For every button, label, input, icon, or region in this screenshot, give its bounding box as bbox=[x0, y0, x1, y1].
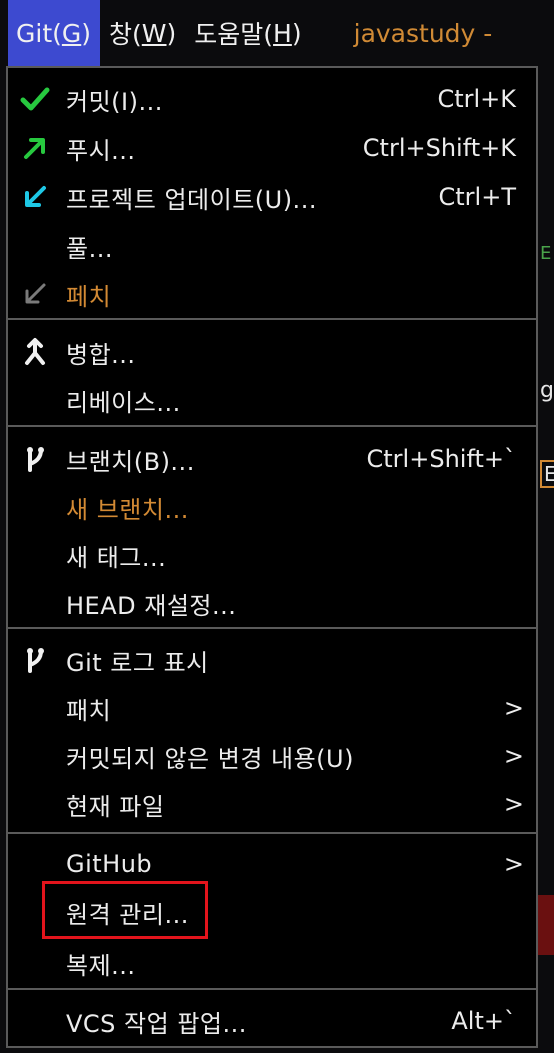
branch-icon bbox=[18, 442, 52, 476]
new-branch-label: 새 브랜치... bbox=[66, 495, 189, 524]
merge-label: 병합... bbox=[66, 340, 136, 369]
new-tag-label: 새 태그... bbox=[66, 543, 167, 572]
menu-window-mnemonic: W bbox=[141, 18, 167, 48]
update-label: 프로젝트 업데이트(U)... bbox=[66, 185, 317, 214]
project-name: javastudy - bbox=[353, 18, 493, 48]
current-file-label: 현재 파일 bbox=[66, 792, 165, 821]
menu-item-patch[interactable]: 패치 > bbox=[8, 685, 536, 731]
menu-git-mnemonic: G bbox=[61, 18, 82, 48]
chevron-right-icon: > bbox=[503, 850, 524, 878]
menu-item-rebase[interactable]: 리베이스... bbox=[8, 377, 536, 423]
rebase-label: 리베이스... bbox=[66, 388, 181, 417]
branches-shortcut: Ctrl+Shift+` bbox=[366, 445, 516, 473]
merge-icon bbox=[18, 335, 52, 369]
menu-window-suffix: ) bbox=[166, 18, 177, 48]
menu-git[interactable]: Git(G) bbox=[8, 0, 101, 66]
separator-5 bbox=[8, 988, 536, 990]
bg-glimpse-2: g bbox=[540, 378, 554, 403]
menu-help-prefix: 도움말( bbox=[194, 20, 274, 49]
update-arrow-icon bbox=[18, 180, 52, 214]
push-shortcut: Ctrl+Shift+K bbox=[362, 134, 516, 162]
git-dropdown-menu: 커밋(I)... Ctrl+K 푸시... Ctrl+Shift+K 프로젝트 … bbox=[6, 66, 538, 1048]
branch-log-icon bbox=[18, 643, 52, 677]
commit-label: 커밋(I)... bbox=[66, 87, 163, 116]
update-shortcut: Ctrl+T bbox=[438, 183, 516, 211]
separator-2 bbox=[8, 425, 536, 427]
github-label: GitHub bbox=[66, 850, 153, 878]
menu-item-clone[interactable]: 복제... bbox=[8, 940, 536, 986]
menu-item-show-log[interactable]: Git 로그 표시 bbox=[8, 637, 536, 683]
separator-3 bbox=[8, 627, 536, 629]
chevron-right-icon: > bbox=[503, 694, 524, 722]
annotation-highlight-box bbox=[42, 881, 208, 939]
menu-window-prefix: 창( bbox=[109, 20, 142, 49]
menu-item-update-project[interactable]: 프로젝트 업데이트(U)... Ctrl+T bbox=[8, 174, 536, 220]
menu-window[interactable]: 창(W) bbox=[100, 9, 185, 57]
separator-4 bbox=[8, 832, 536, 834]
vcs-popup-label: VCS 작업 팝업... bbox=[66, 1009, 247, 1038]
push-label: 푸시... bbox=[66, 136, 136, 165]
vcs-popup-shortcut: Alt+` bbox=[451, 1007, 516, 1035]
menu-item-new-branch[interactable]: 새 브랜치... bbox=[8, 484, 536, 530]
reset-head-label: HEAD 재설정... bbox=[66, 591, 237, 620]
menu-item-push[interactable]: 푸시... Ctrl+Shift+K bbox=[8, 125, 536, 171]
check-icon bbox=[18, 82, 52, 116]
menu-item-current-file[interactable]: 현재 파일 > bbox=[8, 781, 536, 827]
menu-item-pull[interactable]: 풀... bbox=[8, 223, 536, 269]
push-arrow-icon bbox=[18, 131, 52, 165]
menu-item-fetch[interactable]: 페치 bbox=[8, 271, 536, 317]
chevron-right-icon: > bbox=[503, 742, 524, 770]
fetch-label: 페치 bbox=[66, 282, 112, 311]
branches-label: 브랜치(B)... bbox=[66, 447, 195, 476]
menu-item-new-tag[interactable]: 새 태그... bbox=[8, 532, 536, 578]
menu-item-reset-head[interactable]: HEAD 재설정... bbox=[8, 580, 536, 626]
separator-1 bbox=[8, 318, 536, 320]
bg-glimpse-3: E bbox=[540, 460, 554, 488]
fetch-arrow-icon bbox=[18, 277, 52, 311]
menu-git-suffix: ) bbox=[81, 18, 92, 48]
menu-item-merge[interactable]: 병합... bbox=[8, 329, 536, 375]
menu-help[interactable]: 도움말(H) bbox=[185, 9, 310, 57]
menu-item-vcs-popup[interactable]: VCS 작업 팝업... Alt+` bbox=[8, 998, 536, 1044]
bg-glimpse-1: E bbox=[540, 243, 552, 264]
patch-label: 패치 bbox=[66, 696, 112, 725]
menu-item-branches[interactable]: 브랜치(B)... Ctrl+Shift+` bbox=[8, 436, 536, 482]
menu-item-commit[interactable]: 커밋(I)... Ctrl+K bbox=[8, 76, 536, 122]
pull-label: 풀... bbox=[66, 234, 113, 263]
chevron-right-icon: > bbox=[503, 790, 524, 818]
uncommitted-label: 커밋되지 않은 변경 내용(U) bbox=[66, 744, 354, 773]
menu-git-prefix: Git( bbox=[16, 18, 62, 48]
menu-bar: Git(G) 창(W) 도움말(H) javastudy - bbox=[0, 0, 554, 66]
bg-red-strip bbox=[538, 895, 554, 955]
menu-help-suffix: ) bbox=[291, 18, 302, 48]
commit-shortcut: Ctrl+K bbox=[437, 85, 516, 113]
menu-help-mnemonic: H bbox=[273, 18, 292, 48]
show-log-label: Git 로그 표시 bbox=[66, 648, 209, 677]
clone-label: 복제... bbox=[66, 951, 136, 980]
menu-item-uncommitted-changes[interactable]: 커밋되지 않은 변경 내용(U) > bbox=[8, 733, 536, 779]
